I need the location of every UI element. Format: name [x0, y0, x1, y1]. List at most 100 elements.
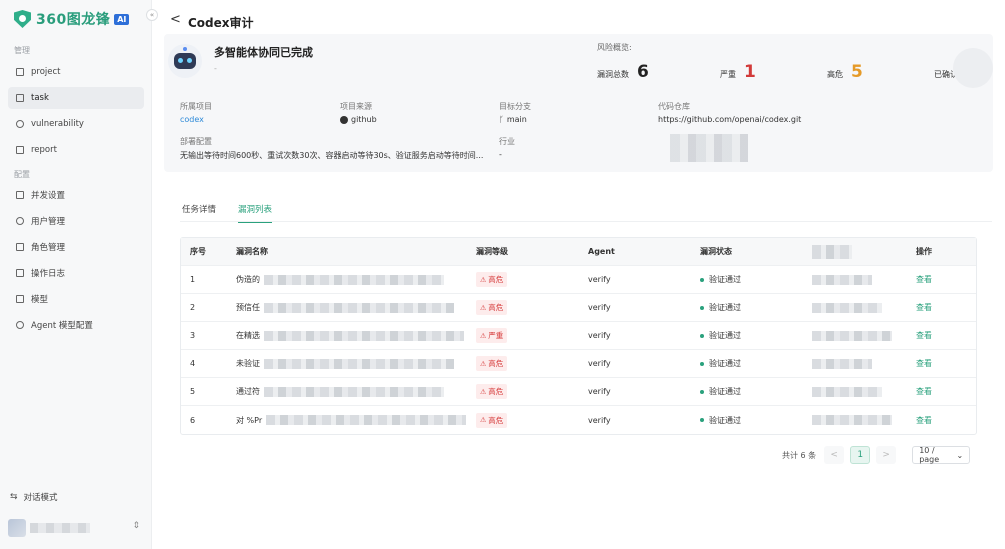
sidebar-item-label: task	[31, 93, 49, 103]
agent-name: verify	[588, 387, 611, 396]
agent-name: verify	[588, 359, 611, 368]
sidebar-item-task[interactable]: task	[8, 87, 144, 109]
sidebar-item-report[interactable]: report	[8, 139, 144, 161]
project-link[interactable]: codex	[180, 115, 204, 124]
sidebar-item-label: 角色管理	[31, 243, 66, 253]
project-label: 所属项目	[180, 102, 212, 111]
source-value: github	[340, 115, 377, 124]
sidebar-item-concurrency[interactable]: 并发设置	[8, 184, 144, 206]
avatar	[8, 519, 26, 537]
vuln-name: 伪造的	[227, 274, 467, 285]
tab-vulnerability-list[interactable]: 漏洞列表	[238, 203, 273, 223]
sidebar-item-label: 操作日志	[31, 269, 66, 279]
stat-critical: 严重 1	[720, 62, 756, 82]
vuln-level: ⚠ 高危	[467, 300, 579, 315]
status-dot-icon	[700, 333, 704, 338]
collapse-sidebar-button[interactable]: «	[146, 9, 158, 21]
model-icon	[16, 295, 24, 303]
severity-badge: ⚠ 高危	[476, 300, 508, 315]
sidebar-item-users[interactable]: 用户管理	[8, 210, 144, 232]
table-row: 3 在精选 ⚠ 严重 verify 验证通过 查看	[181, 322, 976, 350]
sidebar-item-vulnerability[interactable]: vulnerability	[8, 113, 144, 135]
redacted-cell	[803, 386, 907, 397]
view-button[interactable]: 查看	[907, 302, 976, 313]
warning-icon: ⚠	[480, 416, 487, 424]
chat-mode-toggle[interactable]: ⇆ 对话模式	[10, 491, 58, 503]
warning-icon: ⚠	[480, 303, 487, 312]
row-number: 5	[190, 387, 196, 396]
source-label: 项目来源	[340, 102, 372, 111]
page-1-button[interactable]: 1	[850, 446, 871, 464]
stat-total: 漏洞总数 6	[597, 62, 649, 82]
pagination: 共计 6 条 < 1 > 10 / page ⌄	[782, 445, 971, 465]
vuln-status: 验证通过	[691, 330, 803, 341]
severity-badge: ⚠ 高危	[476, 272, 508, 287]
status-dot-icon	[700, 389, 704, 394]
vuln-status: 验证通过	[691, 415, 803, 426]
vuln-name: 未验证	[227, 358, 467, 369]
view-button[interactable]: 查看	[907, 330, 976, 341]
chevron-updown-icon: ⇕	[132, 521, 140, 531]
sidebar: 360图龙锋 AI 管理 project task vulnerability …	[0, 0, 152, 549]
vuln-name: 通过符	[227, 386, 467, 397]
status-dot-icon	[700, 418, 704, 422]
total-count: 共计 6 条	[782, 450, 817, 460]
prev-page-button[interactable]: <	[824, 446, 845, 464]
stat-high: 高危 5	[827, 62, 863, 82]
robot-avatar-icon	[168, 44, 202, 78]
app-logo[interactable]: 360图龙锋 AI	[14, 9, 130, 29]
sidebar-item-models[interactable]: 模型	[8, 288, 144, 310]
git-branch-icon: ᚴ	[499, 115, 504, 124]
sidebar-item-roles[interactable]: 角色管理	[8, 236, 144, 258]
sidebar-item-label: 用户管理	[31, 217, 66, 227]
vuln-status: 验证通过	[691, 302, 803, 313]
table-header: 序号 漏洞名称 漏洞等级 Agent 漏洞状态 操作	[181, 238, 976, 266]
risk-overview-label: 风险概览:	[597, 43, 632, 52]
vulnerability-table: 序号 漏洞名称 漏洞等级 Agent 漏洞状态 操作 1 伪造的 ⚠ 高危 verify…	[180, 237, 977, 435]
view-button[interactable]: 查看	[907, 274, 976, 285]
shield-logo-icon	[14, 10, 31, 28]
view-button[interactable]: 查看	[907, 386, 976, 397]
vuln-level: ⚠ 高危	[467, 272, 579, 287]
sidebar-item-agent-model-config[interactable]: Agent 模型配置	[8, 314, 144, 336]
repo-url: https://github.com/openai/codex.git	[658, 115, 802, 124]
severity-badge: ⚠ 高危	[476, 384, 508, 399]
agent-name: verify	[588, 275, 611, 284]
table-row: 5 通过符 ⚠ 高危 verify 验证通过 查看	[181, 378, 976, 406]
view-button[interactable]: 查看	[907, 358, 976, 369]
username-redacted	[30, 523, 90, 533]
sidebar-item-label: vulnerability	[31, 119, 84, 129]
row-number: 2	[190, 303, 196, 312]
industry-value: -	[499, 150, 502, 159]
view-button[interactable]: 查看	[907, 415, 976, 426]
main-content: < Codex审计 多智能体协同已完成 - 风险概览: 漏洞总数 6 严重 1 …	[152, 0, 1005, 549]
warning-icon: ⚠	[480, 275, 487, 284]
redacted-cell	[803, 358, 907, 369]
table-row: 6 对 %Pr ⚠ 高危 verify 验证通过 查看	[181, 406, 976, 434]
sidebar-item-project[interactable]: project	[8, 61, 144, 83]
nav-group-manage: 管理	[14, 46, 30, 55]
vuln-level: ⚠ 严重	[467, 328, 579, 343]
tab-task-details[interactable]: 任务详情	[182, 203, 216, 223]
branch-label: 目标分支	[499, 102, 531, 111]
project-icon	[16, 68, 24, 76]
page-size-select[interactable]: 10 / page ⌄	[912, 446, 971, 464]
back-button[interactable]: <	[170, 12, 181, 27]
vuln-status: 验证通过	[691, 386, 803, 397]
concurrency-icon	[16, 191, 24, 199]
vuln-name: 在精选	[227, 330, 467, 341]
status-title: 多智能体协同已完成	[214, 46, 313, 59]
agent-config-icon	[16, 321, 24, 329]
vuln-status: 验证通过	[691, 274, 803, 285]
redacted-cell	[803, 415, 907, 425]
sidebar-item-logs[interactable]: 操作日志	[8, 262, 144, 284]
user-menu[interactable]: ⇕	[8, 517, 144, 539]
nav-group-config: 配置	[14, 170, 30, 179]
next-page-button[interactable]: >	[876, 446, 897, 464]
detail-tabs: 任务详情 漏洞列表	[182, 203, 294, 223]
vulnerability-icon	[16, 120, 24, 128]
redacted-cell	[803, 274, 907, 285]
chevron-down-icon: ⌄	[956, 450, 964, 460]
row-number: 3	[190, 331, 196, 340]
table-body: 1 伪造的 ⚠ 高危 verify 验证通过 查看 2 预信任 ⚠ 高危 verify 验证通过 查看 3 在…	[181, 266, 976, 434]
